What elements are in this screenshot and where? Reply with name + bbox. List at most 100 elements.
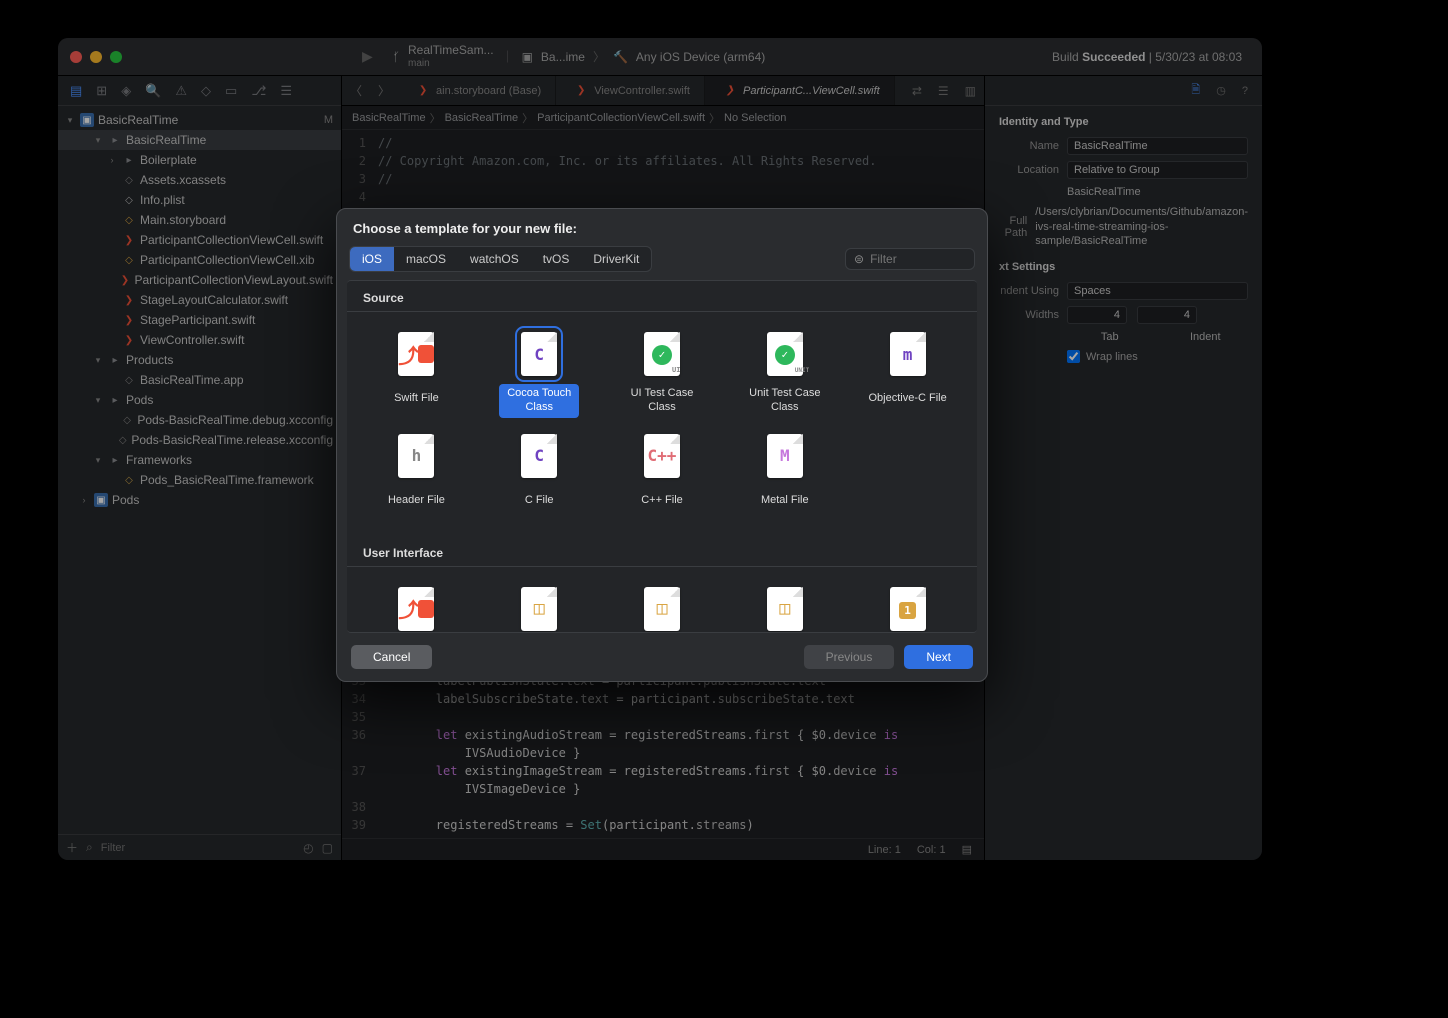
editor-tab[interactable]: ❯ViewController.swift bbox=[556, 76, 705, 105]
template-launch-screen[interactable]: 1Launch Screen bbox=[846, 579, 969, 634]
platform-tab-watchos[interactable]: watchOS bbox=[458, 247, 531, 271]
template-view[interactable]: ◫View bbox=[601, 579, 724, 634]
editor-tab[interactable]: ❯ParticipantC...ViewCell.swift bbox=[705, 76, 895, 105]
tree-item-label: ViewController.swift bbox=[140, 333, 244, 347]
template-unit-test-case-class[interactable]: ✓UNITUnit Test CaseClass bbox=[723, 324, 846, 426]
template-swift-file[interactable]: ⤴Swift File bbox=[355, 324, 478, 426]
navigator-tabs[interactable]: ▤ ⊞ ◈ 🔍 ⚠ ◇ ▭ ⎇ ☰ bbox=[58, 76, 341, 106]
minimize-window-icon[interactable] bbox=[90, 51, 102, 63]
tree-item[interactable]: ◇Pods-BasicRealTime.release.xcconfig bbox=[58, 430, 341, 450]
history-inspector-icon[interactable]: ◷ bbox=[1216, 84, 1226, 97]
path-segment[interactable]: No Selection bbox=[724, 112, 786, 124]
tree-item-label: StageLayoutCalculator.swift bbox=[140, 293, 288, 307]
next-button[interactable]: Next bbox=[904, 645, 973, 669]
identity-section: Identity and Type bbox=[985, 106, 1262, 134]
project-root[interactable]: ▾▣ BasicRealTime M bbox=[58, 110, 341, 130]
tree-item[interactable]: ◇ParticipantCollectionViewCell.xib bbox=[58, 250, 341, 270]
tree-item[interactable]: ▾▸Frameworks bbox=[58, 450, 341, 470]
tree-item[interactable]: ▾▸BasicRealTime bbox=[58, 130, 341, 150]
file-tree[interactable]: ▾▣ BasicRealTime M ▾▸BasicRealTime›▸Boil… bbox=[58, 106, 341, 834]
tree-item-label: BasicRealTime bbox=[126, 133, 206, 147]
template-empty[interactable]: ◫Empty bbox=[723, 579, 846, 634]
authors-icon[interactable]: ☰ bbox=[930, 84, 957, 98]
tree-item-label: Pods bbox=[126, 393, 153, 407]
inspector-tabs[interactable]: 🗎 ◷ ? bbox=[985, 76, 1262, 106]
template-filter-input[interactable] bbox=[870, 252, 988, 266]
indent-width-field[interactable]: 4 bbox=[1137, 306, 1197, 324]
platform-tab-tvos[interactable]: tvOS bbox=[531, 247, 582, 271]
tree-item[interactable]: ◇Assets.xcassets bbox=[58, 170, 341, 190]
run-button-icon[interactable]: ▶ bbox=[362, 48, 373, 65]
template-ui-test-case-class[interactable]: ✓UIUI Test CaseClass bbox=[601, 324, 724, 426]
scheme-selector[interactable]: ᚶ RealTimeSam... main ｜ ▣ Ba...ime 〉 🔨 A… bbox=[393, 44, 766, 68]
template-header-file[interactable]: hHeader File bbox=[355, 426, 478, 524]
navigator-filter[interactable]: ＋ ⌕ ◴ ▢ bbox=[58, 834, 341, 860]
tree-item[interactable]: ❯ParticipantCollectionViewCell.swift bbox=[58, 230, 341, 250]
tree-item[interactable]: ◇BasicRealTime.app bbox=[58, 370, 341, 390]
find-icon[interactable]: 🔍 bbox=[145, 83, 161, 99]
folder-icon[interactable]: ▤ bbox=[70, 83, 82, 99]
platform-tab-ios[interactable]: iOS bbox=[350, 247, 394, 271]
path-segment[interactable]: BasicRealTime bbox=[352, 112, 426, 124]
scm-icon[interactable]: ⊞ bbox=[96, 83, 107, 99]
tree-item[interactable]: ›▸Boilerplate bbox=[58, 150, 341, 170]
template-metal-file[interactable]: MMetal File bbox=[723, 426, 846, 524]
split-icon[interactable]: ▥ bbox=[957, 84, 984, 98]
tree-item[interactable]: ❯ParticipantCollectionViewLayout.swift bbox=[58, 270, 341, 290]
scope-icon[interactable]: ▢ bbox=[322, 841, 333, 855]
name-field[interactable]: BasicRealTime bbox=[1067, 137, 1248, 155]
template-filter[interactable]: ⊜ bbox=[845, 248, 975, 270]
template-list[interactable]: Source⤴Swift FileCCocoa TouchClass✓UIUI … bbox=[347, 280, 977, 633]
tree-item[interactable]: ▾▸Products bbox=[58, 350, 341, 370]
indent-using-popup[interactable]: Spaces bbox=[1067, 282, 1248, 300]
zoom-window-icon[interactable] bbox=[110, 51, 122, 63]
path-segment[interactable]: ParticipantCollectionViewCell.swift bbox=[537, 112, 705, 124]
editor-status-bar: Line: 1 Col: 1 ▤ bbox=[342, 838, 984, 860]
tree-item[interactable]: ›▣Pods bbox=[58, 490, 341, 510]
wrap-lines-checkbox[interactable] bbox=[1067, 350, 1080, 363]
breakpoint-icon[interactable]: ⎇ bbox=[251, 83, 266, 99]
help-inspector-icon[interactable]: ? bbox=[1242, 85, 1248, 97]
template-storyboard[interactable]: ◫Storyboard bbox=[478, 579, 601, 634]
test-icon[interactable]: ◇ bbox=[201, 83, 211, 99]
target-device: Any iOS Device (arm64) bbox=[636, 50, 765, 64]
tree-item[interactable]: ◇Pods_BasicRealTime.framework bbox=[58, 470, 341, 490]
platform-tab-macos[interactable]: macOS bbox=[394, 247, 458, 271]
tree-item[interactable]: ▾▸Pods bbox=[58, 390, 341, 410]
issue-icon[interactable]: ⚠ bbox=[175, 83, 187, 99]
tree-item[interactable]: ❯StageLayoutCalculator.swift bbox=[58, 290, 341, 310]
debug-icon[interactable]: ▭ bbox=[225, 83, 237, 99]
report-icon[interactable]: ☰ bbox=[280, 83, 292, 99]
close-window-icon[interactable] bbox=[70, 51, 82, 63]
file-inspector-icon[interactable]: 🗎 bbox=[1191, 81, 1200, 100]
swap-icon[interactable]: ⇄ bbox=[904, 84, 930, 98]
jump-bar[interactable]: BasicRealTime〉BasicRealTime〉ParticipantC… bbox=[342, 106, 984, 130]
platform-tab-driverkit[interactable]: DriverKit bbox=[581, 247, 651, 271]
location-popup[interactable]: Relative to Group bbox=[1067, 161, 1248, 179]
filter-icon: ⊜ bbox=[854, 252, 864, 266]
tree-item[interactable]: ◇Pods-BasicRealTime.debug.xcconfig bbox=[58, 410, 341, 430]
clock-icon[interactable]: ◴ bbox=[303, 841, 313, 855]
tree-item[interactable]: ❯StageParticipant.swift bbox=[58, 310, 341, 330]
template-swiftui-view[interactable]: ⤴SwiftUI View bbox=[355, 579, 478, 634]
filter-input[interactable] bbox=[101, 842, 295, 854]
tab-width-field[interactable]: 4 bbox=[1067, 306, 1127, 324]
template-c-file[interactable]: C++C++ File bbox=[601, 426, 724, 524]
forward-icon[interactable]: 〉 bbox=[370, 82, 398, 99]
cancel-button[interactable]: Cancel bbox=[351, 645, 432, 669]
editor-tab[interactable]: ❯ain.storyboard (Base) bbox=[398, 76, 556, 105]
path-segment[interactable]: BasicRealTime bbox=[445, 112, 519, 124]
plus-icon[interactable]: ＋ bbox=[66, 839, 78, 856]
tree-item[interactable]: ◇Info.plist bbox=[58, 190, 341, 210]
template-objective-c-file[interactable]: mObjective-C File bbox=[846, 324, 969, 426]
platform-tabs[interactable]: iOSmacOSwatchOStvOSDriverKit bbox=[349, 246, 652, 272]
tree-item[interactable]: ❯ViewController.swift bbox=[58, 330, 341, 350]
template-icon: ◫ bbox=[644, 587, 680, 631]
symbol-icon[interactable]: ◈ bbox=[121, 83, 131, 99]
previous-button[interactable]: Previous bbox=[804, 645, 895, 669]
back-icon[interactable]: 〈 bbox=[342, 82, 370, 99]
map-icon[interactable]: ▤ bbox=[962, 843, 972, 856]
tree-item[interactable]: ◇Main.storyboard bbox=[58, 210, 341, 230]
template-c-file[interactable]: CC File bbox=[478, 426, 601, 524]
template-cocoa-touch-class[interactable]: CCocoa TouchClass bbox=[478, 324, 601, 426]
